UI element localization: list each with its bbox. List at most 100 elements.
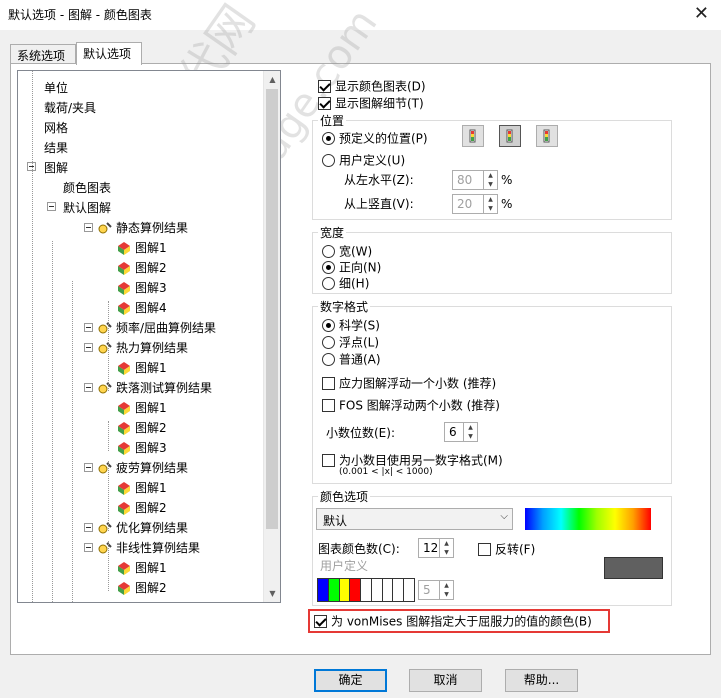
- color-swatch[interactable]: [361, 579, 372, 601]
- checkbox-box[interactable]: [322, 399, 335, 412]
- radio-dot[interactable]: [322, 353, 335, 366]
- spinner-buttons[interactable]: ▲ ▼: [439, 581, 453, 599]
- tree-item[interactable]: 单位: [44, 77, 68, 97]
- radio-dot[interactable]: [322, 245, 335, 258]
- tree-item[interactable]: 热力算例结果: [84, 337, 188, 357]
- spin-down-icon[interactable]: ▼: [464, 432, 477, 441]
- spin-up-icon[interactable]: ▲: [464, 423, 477, 432]
- tree-item[interactable]: 图解1: [116, 237, 167, 257]
- options-tree[interactable]: 单位 载荷/夹具 网格 结果 图解 颜色图表 默认图解 静态算例结果 图解1 图解2 图解3 图解4 频…: [17, 70, 281, 603]
- tree-item[interactable]: 静态算例结果: [84, 217, 188, 237]
- color-swatches[interactable]: [317, 578, 415, 602]
- collapse-icon[interactable]: [84, 323, 93, 332]
- tree-item[interactable]: 默认图解: [47, 197, 111, 217]
- radio-dot[interactable]: [322, 336, 335, 349]
- predefined-position-radio[interactable]: 预定义的位置(P): [322, 130, 428, 146]
- checkbox-box[interactable]: [314, 615, 327, 628]
- spin-down-icon[interactable]: ▼: [484, 180, 497, 189]
- collapse-icon[interactable]: [84, 523, 93, 532]
- spinner-buttons[interactable]: ▲ ▼: [483, 195, 497, 213]
- collapse-icon[interactable]: [84, 343, 93, 352]
- show-plot-details-checkbox[interactable]: 显示图解细节(T): [318, 95, 424, 111]
- width-normal-radio[interactable]: 正向(N): [322, 259, 381, 275]
- tree-item[interactable]: 图解1: [116, 477, 167, 497]
- tree-item[interactable]: 图解2: [116, 497, 167, 517]
- radio-dot[interactable]: [322, 132, 335, 145]
- tree-item[interactable]: 图解3: [116, 277, 167, 297]
- collapse-icon[interactable]: [84, 383, 93, 392]
- checkbox-box[interactable]: [322, 377, 335, 390]
- ok-button[interactable]: 确定: [314, 669, 387, 692]
- tree-item[interactable]: 图解2: [116, 417, 167, 437]
- spinner-buttons[interactable]: ▲ ▼: [483, 171, 497, 189]
- radio-dot[interactable]: [322, 277, 335, 290]
- tree-item[interactable]: 疲劳算例结果: [84, 457, 188, 477]
- radio-dot[interactable]: [322, 154, 335, 167]
- tree-item[interactable]: 非线性算例结果: [84, 537, 200, 557]
- spin-up-icon[interactable]: ▲: [484, 195, 497, 204]
- position-right-button[interactable]: [536, 125, 558, 147]
- spin-up-icon[interactable]: ▲: [440, 539, 453, 548]
- color-swatch[interactable]: [382, 579, 394, 601]
- spin-up-icon[interactable]: ▲: [440, 581, 453, 590]
- scroll-down-icon[interactable]: ▼: [264, 585, 280, 602]
- checkbox-box[interactable]: [322, 454, 335, 467]
- position-center-button[interactable]: [499, 125, 521, 147]
- tree-item[interactable]: 图解2: [116, 257, 167, 277]
- checkbox-box[interactable]: [478, 543, 491, 556]
- tree-item[interactable]: 图解1: [116, 557, 167, 577]
- help-button[interactable]: 帮助...: [505, 669, 578, 692]
- user-defined-position-radio[interactable]: 用户定义(U): [322, 152, 405, 168]
- color-scheme-dropdown[interactable]: 默认 ⌵: [316, 508, 513, 530]
- color-swatch[interactable]: [371, 579, 383, 601]
- tree-item[interactable]: 频率/屈曲算例结果: [84, 317, 216, 337]
- color-swatch[interactable]: [393, 579, 405, 601]
- tree-item[interactable]: 图解3: [116, 437, 167, 457]
- collapse-icon[interactable]: [47, 202, 56, 211]
- tree-item[interactable]: 优化算例结果: [84, 517, 188, 537]
- width-wide-radio[interactable]: 宽(W): [322, 243, 372, 259]
- tree-item[interactable]: 图解1: [116, 397, 167, 417]
- tree-item[interactable]: 图解2: [116, 577, 167, 597]
- scroll-up-icon[interactable]: ▲: [264, 71, 280, 88]
- spin-down-icon[interactable]: ▼: [440, 548, 453, 557]
- from-left-spinner[interactable]: 80 ▲ ▼: [452, 170, 498, 190]
- fos-float-checkbox[interactable]: FOS 图解浮动两个小数 (推荐): [322, 397, 500, 413]
- color-preview-box[interactable]: [604, 557, 663, 579]
- tree-scrollbar[interactable]: ▲ ▼: [263, 71, 280, 602]
- chart-colors-spinner[interactable]: 12 ▲ ▼: [418, 538, 454, 558]
- show-color-chart-checkbox[interactable]: 显示颜色图表(D): [318, 78, 426, 94]
- tree-item[interactable]: 跌落测试算例结果: [84, 377, 212, 397]
- spin-up-icon[interactable]: ▲: [484, 171, 497, 180]
- decimals-spinner[interactable]: 6 ▲ ▼: [444, 422, 478, 442]
- radio-dot[interactable]: [322, 319, 335, 332]
- checkbox-box[interactable]: [318, 97, 331, 110]
- cancel-button[interactable]: 取消: [409, 669, 482, 692]
- spin-down-icon[interactable]: ▼: [440, 590, 453, 599]
- user-colors-spinner[interactable]: 5 ▲ ▼: [418, 580, 454, 600]
- tree-item[interactable]: 图解4: [116, 297, 167, 317]
- color-swatch[interactable]: [318, 579, 329, 601]
- checkbox-box[interactable]: [318, 80, 331, 93]
- reverse-checkbox[interactable]: 反转(F): [478, 541, 535, 557]
- color-swatch[interactable]: [350, 579, 362, 601]
- from-top-spinner[interactable]: 20 ▲ ▼: [452, 194, 498, 214]
- tab-default-options[interactable]: 默认选项: [76, 42, 142, 65]
- position-left-button[interactable]: [462, 125, 484, 147]
- vonmises-color-checkbox[interactable]: 为 vonMises 图解指定大于屈服力的值的颜色(B): [314, 613, 592, 629]
- radio-dot[interactable]: [322, 261, 335, 274]
- collapse-icon[interactable]: [84, 463, 93, 472]
- tree-item[interactable]: 结果: [44, 137, 68, 157]
- color-swatch[interactable]: [404, 579, 415, 601]
- format-scientific-radio[interactable]: 科学(S): [322, 317, 380, 333]
- close-icon[interactable]: ✕: [694, 3, 709, 24]
- tree-item[interactable]: 网格: [44, 117, 68, 137]
- collapse-icon[interactable]: [84, 223, 93, 232]
- spinner-buttons[interactable]: ▲ ▼: [463, 423, 477, 441]
- tree-item[interactable]: 图解: [27, 157, 68, 177]
- format-general-radio[interactable]: 普通(A): [322, 351, 381, 367]
- color-swatch[interactable]: [328, 579, 340, 601]
- tab-system-options[interactable]: 系统选项: [10, 44, 76, 64]
- color-swatch[interactable]: [339, 579, 351, 601]
- width-thin-radio[interactable]: 细(H): [322, 275, 369, 291]
